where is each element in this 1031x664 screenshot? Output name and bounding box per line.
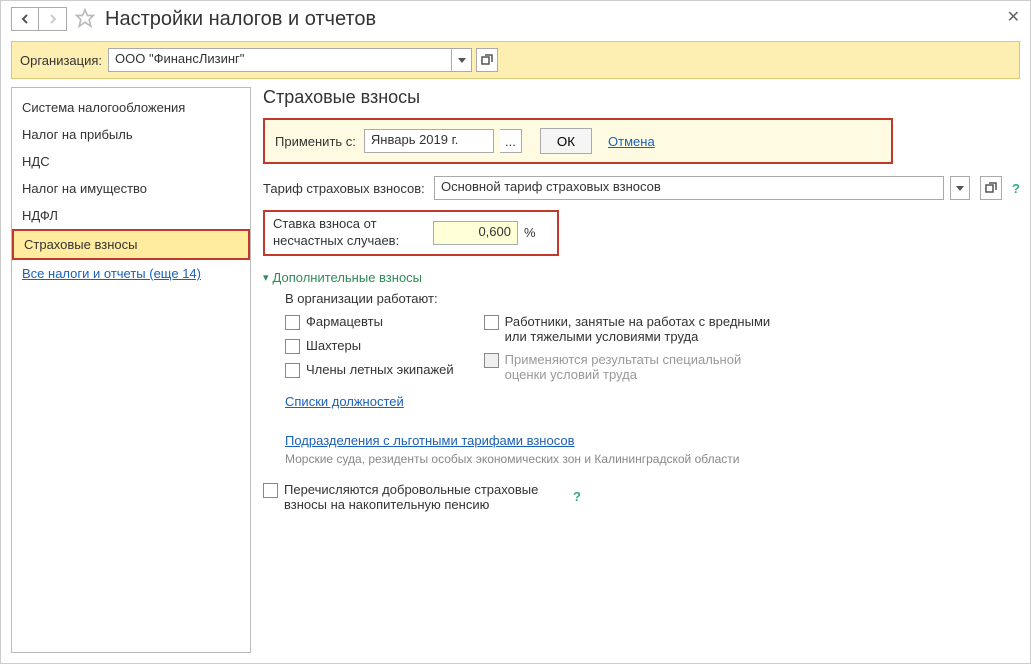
checkbox-flight-crew[interactable]: Члены летных экипажей: [285, 362, 454, 378]
apply-date-input[interactable]: Январь 2019 г.: [364, 129, 494, 153]
nav-forward-button[interactable]: [39, 7, 67, 31]
content-area: Страховые взносы Применить с: Январь 201…: [263, 87, 1020, 653]
checkbox-voluntary-contributions[interactable]: Перечисляются добровольные страховые взн…: [263, 482, 563, 512]
tariff-label: Тариф страховых взносов:: [263, 181, 428, 196]
organization-label: Организация:: [20, 53, 102, 68]
benefit-units-link[interactable]: Подразделения с льготными тарифами взнос…: [285, 433, 575, 448]
favorite-icon[interactable]: [75, 8, 95, 31]
page-title: Настройки налогов и отчетов: [105, 8, 376, 31]
sidebar: Система налогообложения Налог на прибыль…: [11, 87, 251, 653]
cancel-link[interactable]: Отмена: [608, 134, 655, 149]
sidebar-item-ndfl[interactable]: НДФЛ: [12, 202, 250, 229]
content-heading: Страховые взносы: [263, 87, 1020, 108]
sidebar-all-taxes-link[interactable]: Все налоги и отчеты (еще 14): [12, 260, 250, 287]
organization-input[interactable]: ООО "ФинансЛизинг": [108, 48, 452, 72]
ok-button[interactable]: ОК: [540, 128, 592, 154]
sidebar-item-property-tax[interactable]: Налог на имущество: [12, 175, 250, 202]
tariff-open-button[interactable]: [980, 176, 1002, 200]
tariff-input[interactable]: Основной тариф страховых взносов: [434, 176, 944, 200]
checkbox-miners[interactable]: Шахтеры: [285, 338, 454, 354]
accident-rate-label: Ставка взноса от несчастных случаев:: [273, 216, 433, 250]
accident-rate-box: Ставка взноса от несчастных случаев: 0,6…: [263, 210, 559, 256]
benefit-units-note: Морские суда, резиденты особых экономиче…: [285, 452, 1020, 466]
org-workers-label: В организации работают:: [285, 291, 1020, 306]
help-icon[interactable]: ?: [573, 489, 581, 504]
organization-bar: Организация: ООО "ФинансЛизинг": [11, 41, 1020, 79]
help-icon[interactable]: ?: [1012, 181, 1020, 196]
tariff-dropdown-button[interactable]: [950, 176, 970, 200]
chevron-down-icon: ▾: [263, 271, 269, 284]
apply-from-box: Применить с: Январь 2019 г. ... ОК Отмен…: [263, 118, 893, 164]
close-icon[interactable]: ✕: [1007, 7, 1020, 27]
sidebar-item-vat[interactable]: НДС: [12, 148, 250, 175]
nav-back-button[interactable]: [11, 7, 39, 31]
accident-rate-input[interactable]: 0,600: [433, 221, 518, 245]
checkbox-special-assessment: Применяются результаты специальной оценк…: [484, 352, 784, 382]
apply-from-label: Применить с:: [275, 134, 356, 149]
percent-unit: %: [524, 225, 536, 240]
additional-contributions-toggle[interactable]: ▾ Дополнительные взносы: [263, 270, 1020, 285]
sidebar-item-profit-tax[interactable]: Налог на прибыль: [12, 121, 250, 148]
checkbox-pharmacists[interactable]: Фармацевты: [285, 314, 454, 330]
sidebar-item-insurance[interactable]: Страховые взносы: [12, 229, 250, 260]
organization-open-button[interactable]: [476, 48, 498, 72]
date-picker-button[interactable]: ...: [500, 129, 522, 153]
organization-dropdown-button[interactable]: [452, 48, 472, 72]
positions-list-link[interactable]: Списки должностей: [285, 394, 404, 409]
sidebar-item-tax-system[interactable]: Система налогообложения: [12, 94, 250, 121]
sidebar-item-label: Страховые взносы: [14, 231, 248, 258]
additional-contributions-label: Дополнительные взносы: [273, 270, 423, 285]
checkbox-hazardous-workers[interactable]: Работники, занятые на работах с вредными…: [484, 314, 784, 344]
